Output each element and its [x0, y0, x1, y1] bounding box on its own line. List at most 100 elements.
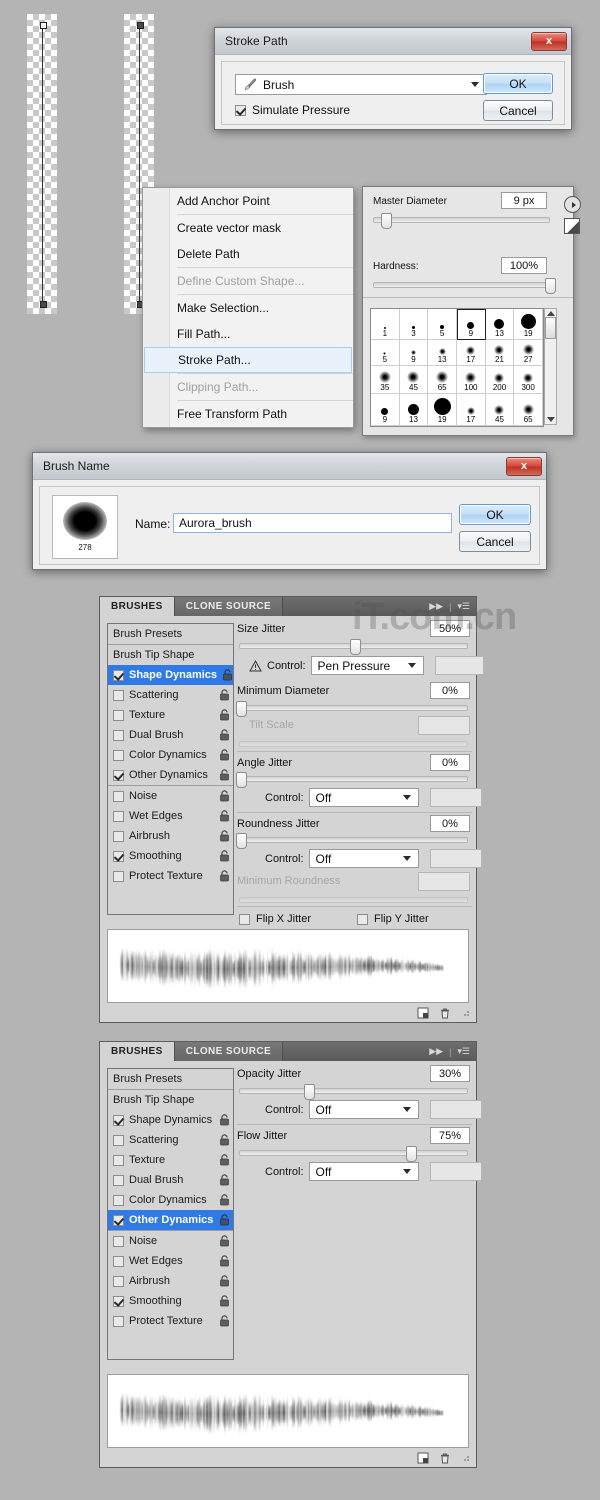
brush-preset-cell[interactable]: 13: [486, 309, 515, 340]
flow-jitter-slider[interactable]: [239, 1150, 468, 1156]
brush-preset-cell[interactable]: 27: [514, 340, 543, 367]
brush-option-row[interactable]: Noise: [108, 1231, 233, 1251]
new-brush-icon[interactable]: [417, 1452, 429, 1464]
brush-option-row[interactable]: Wet Edges: [108, 806, 233, 826]
roundness-control-extra[interactable]: [430, 849, 482, 868]
slider-handle[interactable]: [381, 213, 392, 229]
brush-preset-cell[interactable]: 5: [371, 340, 400, 367]
brush-option-checkbox[interactable]: [113, 831, 124, 842]
lock-icon[interactable]: [222, 669, 233, 681]
lock-icon[interactable]: [219, 1275, 230, 1287]
brush-option-row[interactable]: Scattering: [108, 1130, 233, 1150]
tab-clone-source[interactable]: CLONE SOURCE: [175, 1042, 283, 1061]
brush-option-checkbox[interactable]: [113, 1195, 124, 1206]
play-circle-icon[interactable]: [564, 196, 581, 213]
brush-preset-cell[interactable]: 17: [457, 340, 486, 367]
brush-option-checkbox[interactable]: [113, 1316, 124, 1327]
scroll-up-icon[interactable]: [547, 311, 555, 316]
brush-preset-cell[interactable]: 45: [486, 394, 515, 427]
slider-handle[interactable]: [304, 1084, 315, 1100]
slider-handle[interactable]: [236, 833, 247, 849]
lock-icon[interactable]: [219, 729, 230, 741]
brush-option-row[interactable]: Wet Edges: [108, 1251, 233, 1271]
panel-menu-icon[interactable]: ▾☰: [457, 601, 470, 612]
brush-option-row[interactable]: Texture: [108, 705, 233, 725]
menu-item[interactable]: Free Transform Path: [143, 401, 353, 427]
brush-preset-cell[interactable]: 9: [400, 340, 429, 367]
resize-grip-icon[interactable]: [461, 1453, 470, 1462]
delete-brush-icon[interactable]: [439, 1007, 451, 1019]
cancel-button[interactable]: Cancel: [483, 100, 553, 121]
roundness-control-select[interactable]: Off: [309, 849, 419, 868]
menu-item[interactable]: Delete Path: [143, 241, 353, 267]
lock-icon[interactable]: [219, 769, 230, 781]
size-jitter-slider[interactable]: [239, 643, 468, 649]
size-jitter-value[interactable]: 50%: [430, 620, 470, 637]
flip-y-checkbox[interactable]: [357, 914, 368, 925]
brush-preset-cell[interactable]: 13: [428, 340, 457, 367]
brush-option-checkbox[interactable]: [113, 670, 124, 681]
opacity-control-extra[interactable]: [430, 1100, 482, 1119]
brush-option-checkbox[interactable]: [113, 851, 124, 862]
brush-preset-cell[interactable]: 19: [428, 394, 457, 427]
opacity-jitter-slider[interactable]: [239, 1088, 468, 1094]
flow-control-extra[interactable]: [430, 1162, 482, 1181]
brush-preset-cell[interactable]: 17: [457, 394, 486, 427]
angle-control-extra[interactable]: [430, 788, 482, 807]
lock-icon[interactable]: [219, 1114, 230, 1126]
brush-option-checkbox[interactable]: [113, 791, 124, 802]
close-icon[interactable]: x: [506, 457, 542, 476]
panel-menu-icon[interactable]: ▾☰: [457, 1046, 470, 1057]
brush-presets-row[interactable]: Brush Presets: [108, 624, 233, 644]
brush-option-checkbox[interactable]: [113, 1135, 124, 1146]
simulate-pressure-checkbox[interactable]: [235, 105, 246, 116]
brush-option-checkbox[interactable]: [113, 730, 124, 741]
lock-icon[interactable]: [219, 1295, 230, 1307]
lock-icon[interactable]: [219, 1174, 230, 1186]
slider-handle[interactable]: [236, 772, 247, 788]
brush-option-row[interactable]: Smoothing: [108, 1291, 233, 1311]
lock-icon[interactable]: [219, 810, 230, 822]
brush-preset-cell[interactable]: 65: [514, 394, 543, 427]
brush-option-row[interactable]: Shape Dynamics: [108, 1110, 233, 1130]
collapse-icon[interactable]: ▶▶: [429, 1046, 443, 1057]
menu-item[interactable]: Make Selection...: [143, 295, 353, 321]
collapse-icon[interactable]: ▶▶: [429, 601, 443, 612]
lock-icon[interactable]: [219, 1255, 230, 1267]
brush-preset-cell[interactable]: 200: [486, 366, 515, 394]
brush-option-row[interactable]: Other Dynamics: [108, 765, 233, 785]
brush-preset-cell[interactable]: 300: [514, 366, 543, 394]
flow-jitter-value[interactable]: 75%: [430, 1127, 470, 1144]
brush-option-row[interactable]: Scattering: [108, 685, 233, 705]
brush-presets-row[interactable]: Brush Presets: [108, 1069, 233, 1089]
opacity-jitter-value[interactable]: 30%: [430, 1065, 470, 1082]
flow-control-select[interactable]: Off: [309, 1162, 419, 1181]
path-anchor-point[interactable]: [40, 301, 47, 308]
brush-option-checkbox[interactable]: [113, 1175, 124, 1186]
ok-button[interactable]: OK: [459, 504, 531, 525]
minimum-diameter-slider[interactable]: [239, 705, 468, 711]
brush-option-checkbox[interactable]: [113, 1236, 124, 1247]
menu-item[interactable]: Stroke Path...: [144, 347, 352, 373]
slider-handle[interactable]: [406, 1146, 417, 1162]
brush-option-checkbox[interactable]: [113, 750, 124, 761]
brush-option-row[interactable]: Other Dynamics: [108, 1210, 233, 1230]
brush-option-row[interactable]: Color Dynamics: [108, 745, 233, 765]
brush-name-input[interactable]: Aurora_brush: [173, 513, 452, 533]
resize-grip-icon[interactable]: [461, 1008, 470, 1017]
size-control-select[interactable]: Pen Pressure: [311, 656, 424, 675]
brush-preset-cell[interactable]: 65: [428, 366, 457, 394]
angle-jitter-value[interactable]: 0%: [430, 754, 470, 771]
lock-icon[interactable]: [219, 709, 230, 721]
brush-option-checkbox[interactable]: [113, 710, 124, 721]
brush-option-checkbox[interactable]: [113, 871, 124, 882]
flip-y-row[interactable]: Flip Y Jitter: [357, 913, 429, 925]
brush-option-row[interactable]: Airbrush: [108, 826, 233, 846]
brush-option-checkbox[interactable]: [113, 811, 124, 822]
lock-icon[interactable]: [219, 1235, 230, 1247]
brush-preset-cell[interactable]: 1: [371, 309, 400, 340]
stroke-tool-select[interactable]: Brush: [235, 74, 487, 95]
brush-option-row[interactable]: Color Dynamics: [108, 1190, 233, 1210]
brush-option-checkbox[interactable]: [113, 1296, 124, 1307]
slider-handle[interactable]: [545, 278, 556, 294]
